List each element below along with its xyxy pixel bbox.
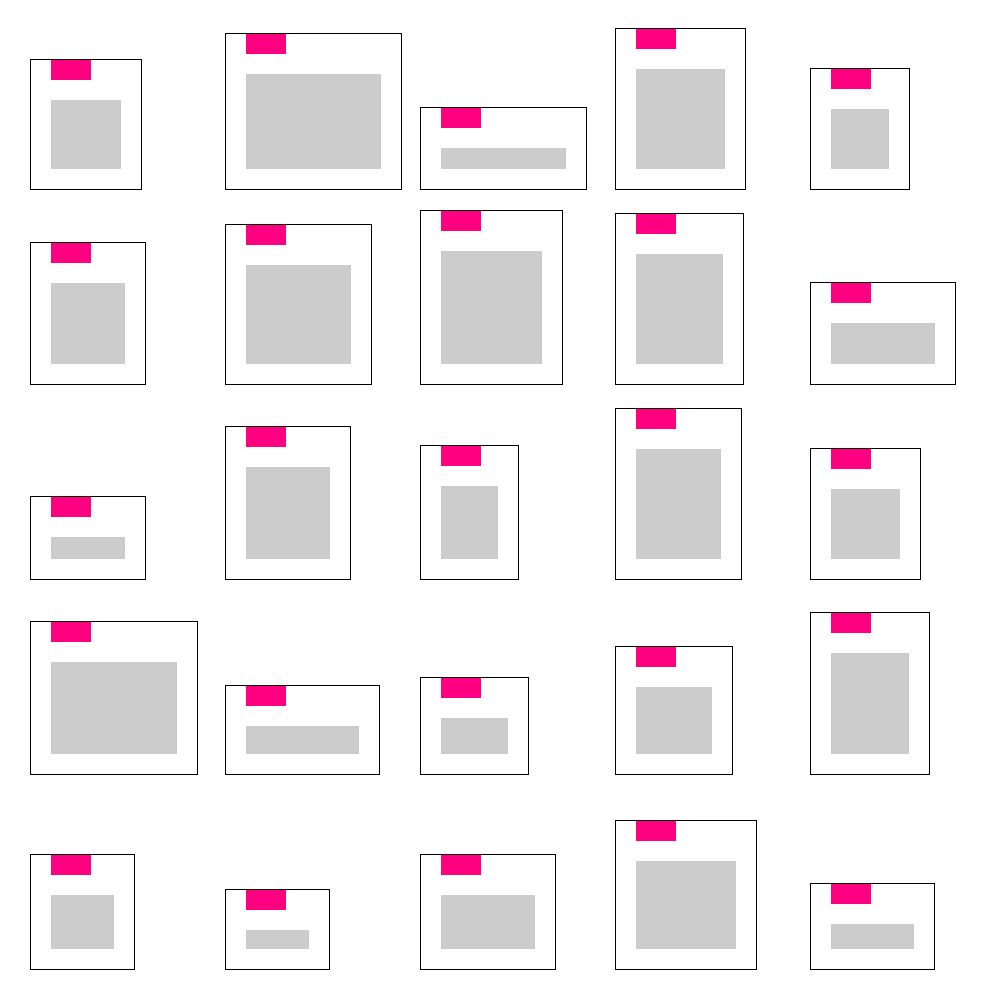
card-image-placeholder [441,718,508,754]
card-image-placeholder [246,467,330,559]
card-image-placeholder [831,323,935,364]
card-image-placeholder [51,537,125,559]
content-card[interactable] [420,854,556,970]
card-image-placeholder [51,100,121,169]
card-tag-badge [51,243,91,263]
content-card[interactable] [615,646,733,775]
content-card[interactable] [615,213,744,385]
content-card[interactable] [810,282,956,385]
card-image-placeholder [636,69,725,169]
content-card[interactable] [810,612,930,775]
card-tag-badge [636,821,676,841]
content-card[interactable] [420,107,587,190]
content-card[interactable] [615,28,746,190]
content-card[interactable] [30,621,198,775]
card-grid-canvas [0,0,1000,1000]
card-image-placeholder [246,930,309,949]
card-tag-badge [51,855,91,875]
card-tag-badge [636,214,676,234]
card-tag-badge [246,427,286,447]
card-tag-badge [441,211,481,231]
content-card[interactable] [810,68,910,190]
content-card[interactable] [420,210,563,385]
card-image-placeholder [441,486,498,559]
content-card[interactable] [30,496,146,580]
card-tag-badge [831,884,871,904]
card-image-placeholder [246,74,381,169]
card-tag-badge [51,60,91,80]
card-image-placeholder [831,109,889,169]
card-tag-badge [441,108,481,128]
content-card[interactable] [30,59,142,190]
card-tag-badge [636,647,676,667]
card-tag-badge [246,890,286,910]
card-image-placeholder [51,895,114,949]
content-card[interactable] [225,224,372,385]
card-tag-badge [246,225,286,245]
content-card[interactable] [225,33,402,190]
card-tag-badge [441,678,481,698]
content-card[interactable] [615,820,757,970]
card-tag-badge [441,446,481,466]
content-card[interactable] [30,242,146,385]
card-tag-badge [636,409,676,429]
card-tag-badge [51,622,91,642]
card-image-placeholder [441,251,542,364]
content-card[interactable] [420,445,519,580]
card-tag-badge [636,29,676,49]
card-tag-badge [831,613,871,633]
card-tag-badge [441,855,481,875]
content-card[interactable] [225,685,380,775]
content-card[interactable] [810,448,921,580]
card-image-placeholder [636,254,723,364]
card-image-placeholder [831,924,914,949]
card-image-placeholder [636,687,712,754]
card-image-placeholder [831,653,909,754]
card-tag-badge [246,34,286,54]
card-tag-badge [51,497,91,517]
card-image-placeholder [636,449,721,559]
content-card[interactable] [420,677,529,775]
card-image-placeholder [831,489,900,559]
card-image-placeholder [441,148,566,169]
content-card[interactable] [225,889,330,970]
content-card[interactable] [225,426,351,580]
content-card[interactable] [615,408,742,580]
card-tag-badge [831,69,871,89]
card-image-placeholder [636,861,736,949]
content-card[interactable] [30,854,135,970]
card-image-placeholder [441,895,535,949]
card-image-placeholder [246,726,359,754]
card-image-placeholder [246,265,351,364]
card-tag-badge [831,449,871,469]
card-image-placeholder [51,283,125,364]
content-card[interactable] [810,883,935,970]
card-tag-badge [831,283,871,303]
card-image-placeholder [51,662,177,754]
card-tag-badge [246,686,286,706]
